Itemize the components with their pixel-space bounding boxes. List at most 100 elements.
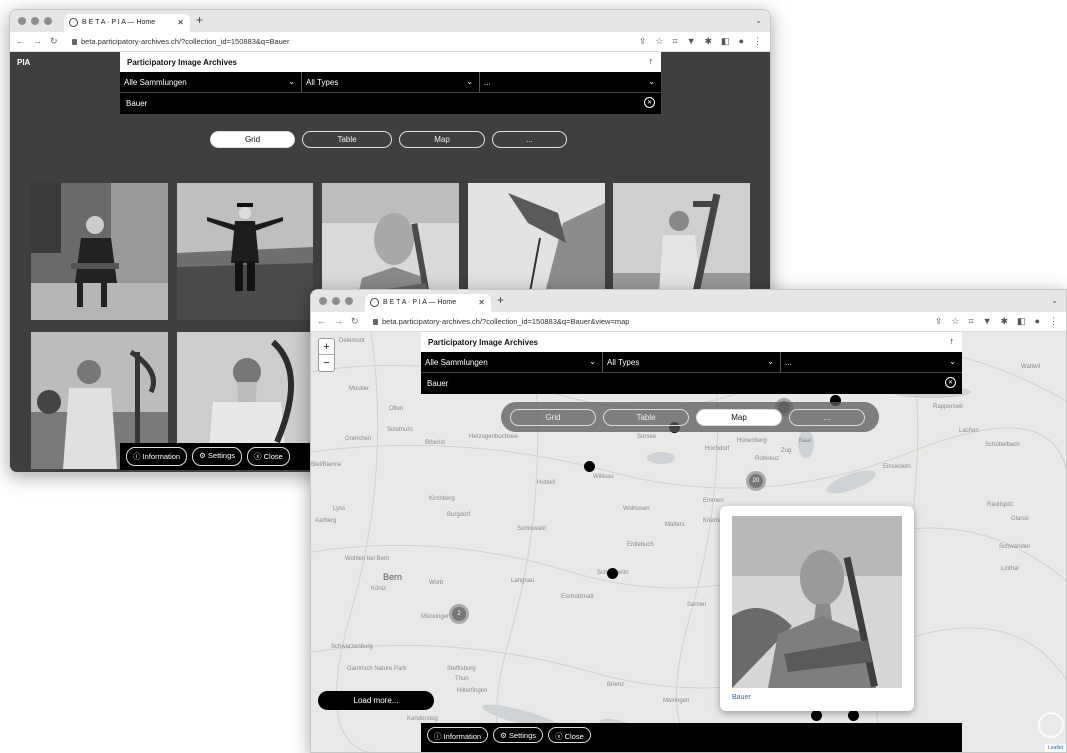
map-place: Linthal bbox=[1001, 566, 1019, 572]
menu-icon[interactable]: ⋮ bbox=[1049, 316, 1058, 327]
clear-search-icon[interactable]: ✕ bbox=[644, 97, 655, 108]
sidebar-icon[interactable]: ◧ bbox=[721, 36, 730, 47]
map-place: Bern bbox=[383, 572, 403, 582]
chevron-down-icon[interactable]: ⌄ bbox=[1051, 296, 1058, 305]
close-button[interactable]: ⓧ Close bbox=[247, 447, 290, 466]
map-place: Münsingen bbox=[421, 614, 451, 620]
new-tab-icon[interactable]: + bbox=[497, 293, 504, 307]
tab-grid[interactable]: Grid bbox=[210, 131, 295, 148]
arrow-up-icon[interactable]: ↑ bbox=[649, 56, 654, 66]
browser-tab[interactable]: B E T A · P I A — Home ✕ bbox=[365, 294, 491, 312]
share-icon[interactable]: ⇪ bbox=[639, 36, 647, 47]
profile-icon[interactable]: ● bbox=[739, 36, 744, 47]
star-icon[interactable]: ☆ bbox=[655, 36, 663, 47]
panel-title: Participatory Image Archives ↑ bbox=[120, 52, 661, 72]
map-place: Huttwil bbox=[537, 480, 556, 486]
load-more-button[interactable]: Load more... bbox=[318, 691, 434, 710]
browser-tab[interactable]: B E T A · P I A — Home ✕ bbox=[64, 14, 190, 32]
collection-select[interactable]: Alle Sammlungen ⌄ bbox=[421, 352, 603, 372]
reload-icon[interactable]: ↻ bbox=[50, 36, 58, 47]
puzzle-icon[interactable]: ✱ bbox=[1001, 316, 1009, 327]
close-tab-icon[interactable]: ✕ bbox=[177, 18, 184, 27]
sidebar-icon[interactable]: ◧ bbox=[1017, 316, 1026, 327]
reload-icon[interactable]: ↻ bbox=[351, 316, 359, 327]
map-marker[interactable] bbox=[607, 568, 618, 579]
chevron-down-icon: ⌄ bbox=[767, 357, 774, 366]
map-place: Lyss bbox=[333, 506, 346, 512]
map-place: Herzogenbuchsee bbox=[469, 434, 518, 440]
menu-icon[interactable]: ⋮ bbox=[753, 36, 762, 47]
profile-icon[interactable]: ● bbox=[1035, 316, 1040, 327]
extension-icon[interactable]: ⌗ bbox=[969, 316, 974, 327]
zoom-in-button[interactable]: + bbox=[319, 339, 334, 355]
address-bar: ← → ↻ beta.participatory-archives.ch/?coll… bbox=[311, 312, 1066, 332]
tab-map[interactable]: Map bbox=[696, 409, 782, 426]
more-select[interactable]: ... ⌄ bbox=[480, 72, 661, 92]
tab-map[interactable]: Map bbox=[399, 131, 485, 148]
filter-icon[interactable]: ▼ bbox=[983, 316, 992, 327]
map-popup[interactable]: Bauer bbox=[720, 506, 914, 711]
share-icon[interactable]: ⇪ bbox=[935, 316, 943, 327]
back-icon[interactable]: ← bbox=[16, 36, 25, 47]
map-marker[interactable] bbox=[848, 710, 859, 721]
popup-caption-link[interactable]: Bauer bbox=[732, 694, 751, 701]
chevron-down-icon: ⌄ bbox=[466, 77, 473, 86]
lock-icon bbox=[72, 39, 77, 45]
map-place: Brienz bbox=[607, 682, 625, 688]
information-button[interactable]: ⓘ Information bbox=[126, 447, 188, 466]
forward-icon[interactable]: → bbox=[33, 36, 42, 47]
chevron-down-icon[interactable]: ⌄ bbox=[755, 16, 762, 25]
map-place: Delémont bbox=[339, 338, 365, 344]
tab-more[interactable]: ... bbox=[492, 131, 567, 148]
window-controls[interactable] bbox=[18, 17, 52, 25]
tab-more[interactable]: ... bbox=[789, 409, 865, 426]
map-place: Schwarzenburg bbox=[331, 644, 373, 650]
zoom-out-button[interactable]: − bbox=[319, 355, 334, 371]
map-place: Olten bbox=[389, 406, 404, 412]
settings-button[interactable]: ⚙ Settings bbox=[493, 727, 544, 743]
settings-button[interactable]: ⚙ Settings bbox=[192, 447, 243, 466]
pia-logo[interactable]: PIA bbox=[17, 58, 30, 67]
grid-thumbnail[interactable] bbox=[177, 183, 313, 320]
tab-table[interactable]: Table bbox=[603, 409, 689, 426]
map-cluster[interactable]: 2 bbox=[449, 604, 469, 624]
back-icon[interactable]: ← bbox=[317, 316, 326, 327]
map-place: Moutier bbox=[349, 386, 370, 392]
clear-search-icon[interactable]: ✕ bbox=[945, 377, 956, 388]
more-select[interactable]: ... ⌄ bbox=[781, 352, 962, 372]
url-field[interactable]: beta.participatory-archives.ch/?collecti… bbox=[373, 317, 629, 326]
collection-select[interactable]: Alle Sammlungen ⌄ bbox=[120, 72, 302, 92]
information-button[interactable]: ⓘ Information bbox=[427, 727, 489, 743]
forward-icon[interactable]: → bbox=[334, 316, 343, 327]
new-tab-icon[interactable]: + bbox=[196, 13, 203, 27]
type-select[interactable]: All Types ⌄ bbox=[302, 72, 480, 92]
map-place: Wohlen bei Bern bbox=[345, 556, 390, 562]
star-icon[interactable]: ☆ bbox=[951, 316, 959, 327]
arrow-up-icon[interactable]: ↑ bbox=[950, 336, 955, 346]
map-marker[interactable] bbox=[584, 461, 595, 472]
search-input[interactable]: Bauer ✕ bbox=[120, 93, 661, 114]
close-button[interactable]: ⓧ Close bbox=[548, 727, 591, 743]
map-place: Einsiedeln bbox=[883, 464, 911, 470]
puzzle-icon[interactable]: ✱ bbox=[705, 36, 713, 47]
map-area[interactable]: Delémont Moutier Olten Solothurn Grenche… bbox=[311, 332, 1066, 752]
search-input[interactable]: Bauer ✕ bbox=[421, 373, 962, 394]
window-controls[interactable] bbox=[319, 297, 353, 305]
grid-thumbnail[interactable] bbox=[31, 183, 168, 320]
tab-grid[interactable]: Grid bbox=[510, 409, 596, 426]
tab-table[interactable]: Table bbox=[302, 131, 392, 148]
url-field[interactable]: beta.participatory-archives.ch/?collecti… bbox=[72, 37, 289, 46]
compass-icon[interactable] bbox=[1038, 712, 1064, 738]
map-marker[interactable] bbox=[811, 710, 822, 721]
extension-icon[interactable]: ⌗ bbox=[673, 36, 678, 47]
map-place: Langnau bbox=[511, 578, 535, 584]
type-select[interactable]: All Types ⌄ bbox=[603, 352, 781, 372]
panel-title: Participatory Image Archives ↑ bbox=[421, 332, 962, 352]
filter-icon[interactable]: ▼ bbox=[687, 36, 696, 47]
browser-window-map: B E T A · P I A — Home ✕ + ⌄ ← → ↻ beta.pa… bbox=[310, 289, 1067, 753]
close-tab-icon[interactable]: ✕ bbox=[478, 298, 485, 307]
map-cluster[interactable]: 20 bbox=[746, 471, 766, 491]
map-attribution[interactable]: Leaflet bbox=[1044, 744, 1066, 752]
chevron-down-icon: ⌄ bbox=[589, 357, 596, 366]
popup-photo[interactable] bbox=[732, 516, 902, 688]
